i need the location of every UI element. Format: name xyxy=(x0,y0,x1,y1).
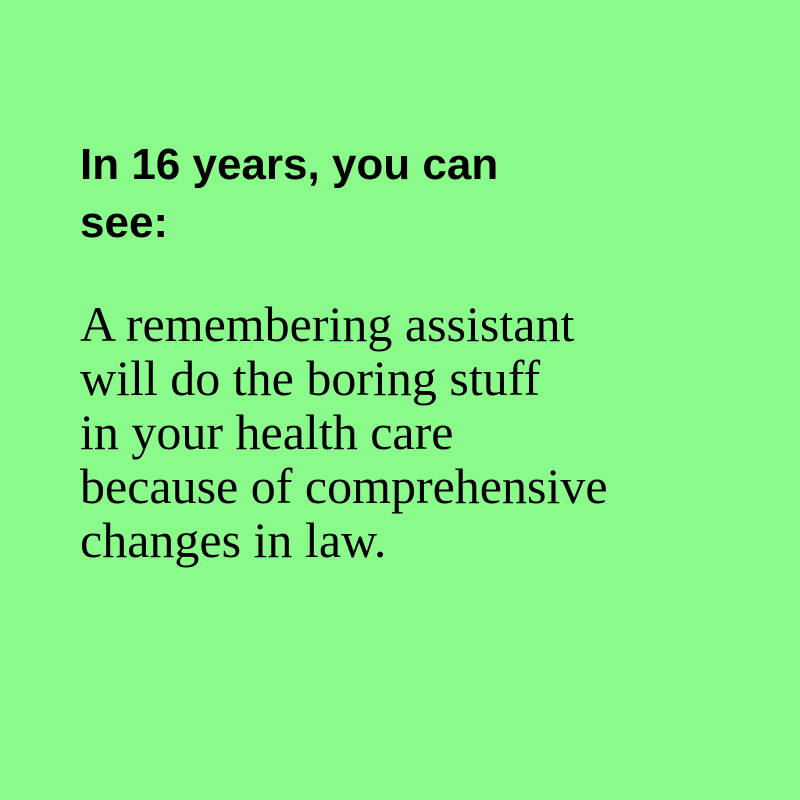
body-line-5: changes in law. xyxy=(80,512,387,568)
heading-line-1: In 16 years, you can xyxy=(80,140,499,189)
body-line-4: because of comprehensive xyxy=(80,458,608,514)
body-line-2: will do the boring stuff xyxy=(80,350,541,406)
heading-line-2: see: xyxy=(80,198,169,247)
body-line-3: in your health care xyxy=(80,404,454,460)
body-line-1: A remembering assistant xyxy=(80,296,575,352)
card-heading: In 16 years, you can see: xyxy=(80,136,760,252)
card-body-text: A remembering assistant will do the bori… xyxy=(80,297,780,567)
quote-card: In 16 years, you can see: A remembering … xyxy=(0,0,800,800)
